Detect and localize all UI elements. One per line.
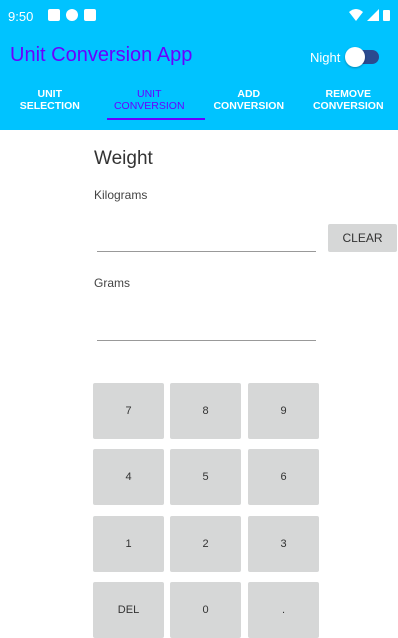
tab-remove-conversion[interactable]: REMOVE CONVERSION [299,82,398,128]
tab-label: ADD CONVERSION [209,88,289,112]
night-mode-label: Night [310,50,340,65]
key-6[interactable]: 6 [248,449,319,505]
key-9[interactable]: 9 [248,383,319,439]
status-bar: 9:50 [0,0,398,32]
conversion-panel: Weight Kilograms CLEAR Grams 7 8 9 4 5 6… [0,130,398,634]
app-bar: 9:50 Unit Conversion App Night UNIT SELE… [0,0,398,130]
status-time: 9:50 [8,9,33,24]
category-title: Weight [94,148,153,170]
notification-icon [84,9,96,21]
system-icons [349,9,390,21]
tab-label: UNIT CONVERSION [109,88,189,112]
keypad: 7 8 9 4 5 6 1 2 3 DEL 0 . [93,383,319,634]
tab-unit-conversion[interactable]: UNIT CONVERSION [100,82,200,128]
key-5[interactable]: 5 [170,449,241,505]
key-decimal[interactable]: . [248,582,319,638]
tab-label: UNIT SELECTION [20,88,80,112]
switch-thumb [345,47,365,67]
tab-unit-selection[interactable]: UNIT SELECTION [0,82,100,128]
notification-icon [66,9,78,21]
key-0[interactable]: 0 [170,582,241,638]
key-delete[interactable]: DEL [93,582,164,638]
app-title: Unit Conversion App [10,44,192,67]
key-4[interactable]: 4 [93,449,164,505]
wifi-icon [349,9,363,21]
battery-icon [383,9,390,21]
to-unit-label: Grams [94,276,130,290]
clear-button[interactable]: CLEAR [328,224,397,252]
key-8[interactable]: 8 [170,383,241,439]
key-1[interactable]: 1 [93,516,164,572]
signal-icon [367,9,379,21]
notification-icon [48,9,60,21]
to-unit-output[interactable] [97,340,316,341]
tab-label: REMOVE CONVERSION [308,88,388,112]
notification-icons [48,9,96,21]
from-unit-label: Kilograms [94,188,147,202]
night-mode-switch[interactable] [345,50,379,64]
from-unit-input[interactable] [97,251,316,252]
key-7[interactable]: 7 [93,383,164,439]
key-2[interactable]: 2 [170,516,241,572]
tab-bar: UNIT SELECTION UNIT CONVERSION ADD CONVE… [0,82,398,128]
active-tab-indicator [107,118,205,120]
tab-add-conversion[interactable]: ADD CONVERSION [199,82,299,128]
key-3[interactable]: 3 [248,516,319,572]
